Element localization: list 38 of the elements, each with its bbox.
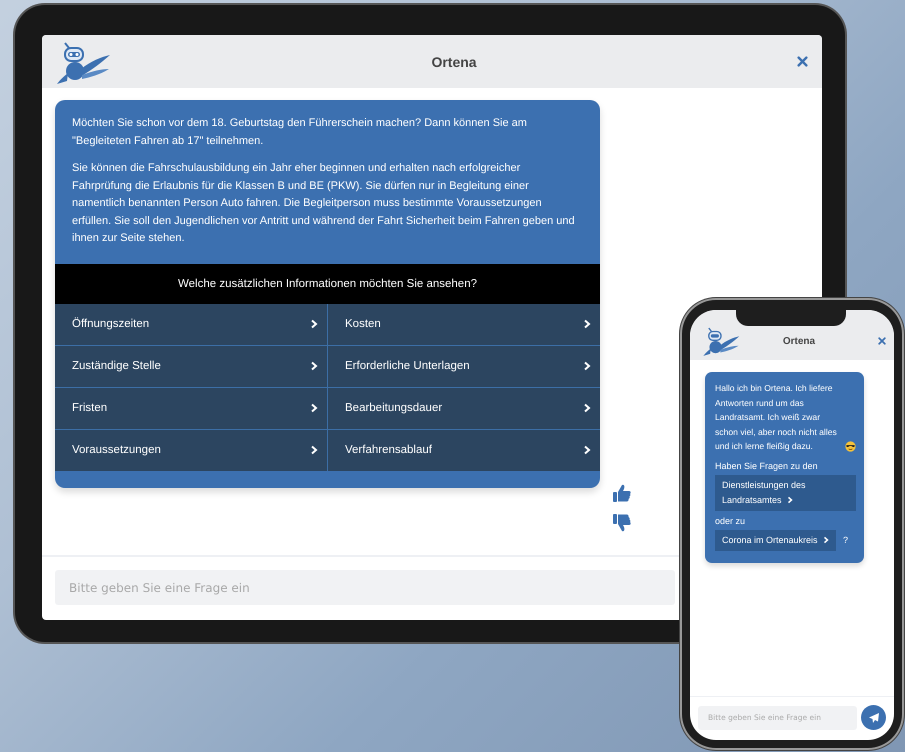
sunglasses-smiley-icon bbox=[845, 440, 856, 452]
chevron-icon bbox=[583, 319, 591, 329]
close-icon[interactable] bbox=[797, 56, 808, 67]
paper-plane-icon bbox=[868, 712, 880, 724]
message-text: oder zu bbox=[715, 514, 746, 528]
option-button[interactable]: Fristen bbox=[55, 388, 327, 428]
topic-button[interactable]: Dienstleistungen des Landratsamtes bbox=[715, 474, 856, 510]
message-paragraph: Möchten Sie schon vor dem 18. Geburtstag den Führerschein machen? Dann können Sie am "Begleiteten Fahren ab 17" teilnehmen. bbox=[72, 116, 528, 148]
message-paragraph: Sie können die Fahrschulausbildung ein Jahr eher beginnen und erhalten nach erfolgreicher Fahrprüfung die Erlaubnis für die Klassen B und BE (PKW). Sie dürfen nur in Begleitung einer namentlich benannten Person Auto fahren. Die Begleitperson muss bestimmte Voraussetzungen erfüllen. Sie soll den Jugendlichen vor Antritt und während der Fahrt Sicherheit beim Fahren geben und ihnen zur Seite stehen. bbox=[72, 161, 576, 246]
thumbs-down-icon[interactable] bbox=[612, 513, 632, 533]
question-mark-text: ? bbox=[843, 535, 848, 545]
option-button[interactable]: Verfahrensablauf bbox=[328, 430, 600, 470]
chevron-icon bbox=[583, 361, 591, 371]
message-text: Haben Sie Fragen zu den bbox=[715, 460, 819, 472]
option-button[interactable]: Kosten bbox=[328, 304, 600, 344]
options-prompt: Welche zusätzlichen Informationen möchten Sie ansehen? bbox=[55, 264, 600, 304]
close-icon[interactable] bbox=[878, 337, 886, 345]
message-text: Hallo ich bin Ortena. Ich liefere Antworten rund um das Landratsamt. Ich weiß zwar schon viel, aber noch nicht alles und ich lerne fleißig dazu. bbox=[715, 382, 838, 453]
robot-logo-icon bbox=[702, 325, 740, 357]
chevron-icon bbox=[310, 445, 318, 455]
chat-title: Ortena bbox=[430, 54, 478, 70]
chat-title: Ortena bbox=[782, 336, 816, 346]
question-input[interactable]: Bitte geben Sie eine Frage ein bbox=[55, 570, 675, 605]
option-button[interactable]: Öffnungszeiten bbox=[55, 304, 327, 344]
chevron-icon bbox=[583, 403, 591, 413]
chevron-icon bbox=[823, 536, 830, 544]
option-button[interactable]: Erforderliche Unterlagen bbox=[328, 346, 600, 386]
topic-button[interactable]: Corona im Ortenaukreis bbox=[715, 530, 836, 550]
chevron-icon bbox=[583, 445, 591, 455]
option-button[interactable]: Bearbeitungsdauer bbox=[328, 388, 600, 428]
chevron-icon bbox=[310, 319, 318, 329]
chevron-icon bbox=[787, 496, 794, 504]
chevron-icon bbox=[310, 403, 318, 413]
thumbs-up-icon[interactable] bbox=[612, 483, 632, 503]
option-button[interactable]: Voraussetzungen bbox=[55, 430, 327, 470]
chevron-icon bbox=[310, 361, 318, 371]
send-button[interactable] bbox=[861, 705, 886, 730]
option-button[interactable]: Zuständige Stelle bbox=[55, 346, 327, 386]
